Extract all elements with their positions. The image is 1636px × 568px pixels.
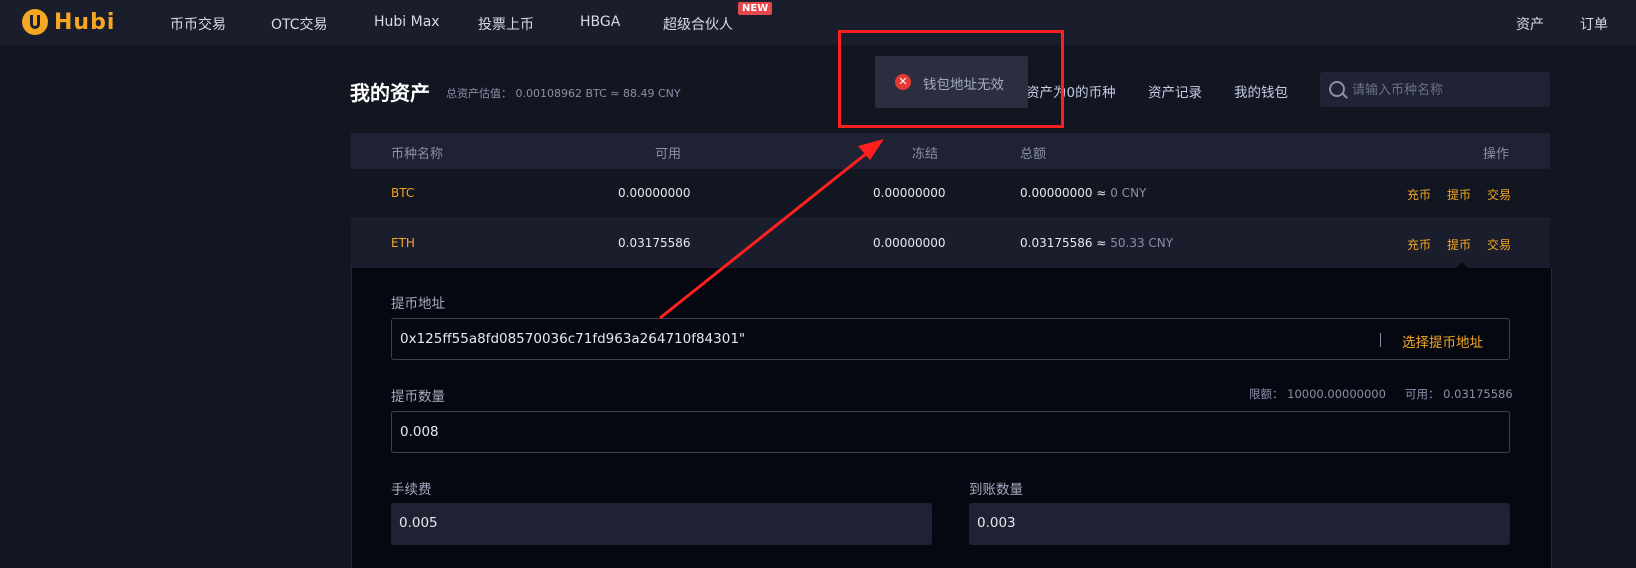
annotation-arrow <box>659 139 884 320</box>
